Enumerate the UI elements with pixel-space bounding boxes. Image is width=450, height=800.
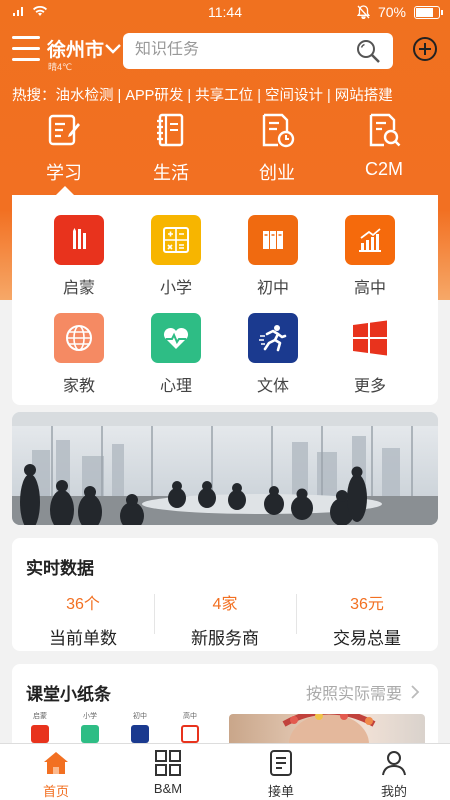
search-icon[interactable] [355,38,381,64]
stat-value: 4家 [212,596,238,613]
grid-label: 初中 [256,280,289,297]
stat-value: 36元 [350,596,384,613]
crayon-icon [54,215,104,265]
mini-label: 小学 [83,713,97,720]
mini-item[interactable]: 高中 [172,711,208,743]
stat-current-orders[interactable]: 36个 当前单数 [12,590,154,649]
calculator-icon [151,215,201,265]
grid-label: 更多 [353,378,386,395]
battery-percent: 70% [377,4,406,20]
menu-icon[interactable] [12,36,40,62]
tab-bm[interactable]: B&M [138,749,198,796]
grid-item-tutor[interactable]: 家教 [34,313,124,396]
tab-label: 我的 [380,784,407,799]
tab-label: 首页 [42,784,69,799]
heart-pulse-icon [151,313,201,363]
active-tab-pointer [56,186,74,195]
search-input[interactable] [135,41,335,59]
mini-item[interactable]: 初中 [122,711,158,743]
grid-label: 心理 [159,378,192,395]
stat-label: 交易总量 [333,629,401,648]
card-title: 课堂小纸条 [26,685,111,704]
city-selector[interactable]: 徐州市 [47,35,122,62]
realtime-data-card: 实时数据 36个 当前单数 4家 新服务商 36元 交易总量 [12,538,438,651]
chevron-down-icon [105,43,121,54]
grid-label: 启蒙 [62,280,95,297]
category-tabs: 学习 生活 创业 C2M [0,112,450,192]
grid-item-enlighten[interactable]: 启蒙 [34,215,124,298]
weather-text: 晴4℃ [48,62,73,72]
grid-icon [155,750,181,776]
tab-orders[interactable]: 接单 [251,749,311,800]
grid-item-psychology[interactable]: 心理 [131,313,221,396]
bottom-tab-bar: 首页 B&M 接单 我的 [0,743,450,800]
tab-label: 创业 [259,163,295,183]
mini-label: 高中 [183,713,197,720]
more-link[interactable]: 按照实际需要 [306,680,420,704]
tab-label: C2M [364,159,403,179]
mini-item[interactable]: 小学 [72,711,108,743]
tab-label: 接单 [267,784,294,799]
windows-icon [345,313,395,363]
search-box[interactable] [123,33,393,69]
subcategory-panel: 启蒙 小学 初中 高中 家教 心理 文体 更多 [12,195,438,405]
tab-startup[interactable]: 创业 [237,112,317,185]
bell-mute-icon [356,5,370,19]
battery-icon [414,5,443,19]
tab-mine[interactable]: 我的 [364,749,424,800]
stat-label: 新服务商 [191,629,259,648]
tab-label: 学习 [46,163,82,183]
classroom-notes-card: 课堂小纸条 按照实际需要 启蒙 小学 初中 高中 [12,664,438,754]
tab-home[interactable]: 首页 [26,749,86,800]
meeting-room-image [12,412,438,525]
runner-icon [131,725,149,743]
grid-label: 小学 [159,280,192,297]
promo-banner[interactable] [12,412,438,525]
grid-item-junior[interactable]: 初中 [228,215,318,298]
grid-item-primary[interactable]: 小学 [131,215,221,298]
windows-icon [181,725,199,743]
document-search-icon [369,113,401,147]
pencil-note-icon [48,114,80,146]
notebook-icon [157,113,184,147]
chevron-right-icon [411,685,420,699]
stat-value: 36个 [66,596,100,613]
document-clock-icon [262,113,295,148]
hot-search-bar[interactable]: 热搜：油水检测 | APP研发 | 共享工位 | 空间设计 | 网站搭建 [12,84,393,105]
grid-item-sports[interactable]: 文体 [228,313,318,396]
tab-study[interactable]: 学习 [24,112,104,185]
tab-c2m[interactable]: C2M [344,112,424,180]
top-header: 徐州市 晴4℃ [0,30,450,74]
heart-pulse-icon [81,725,99,743]
city-name: 徐州市 [47,40,105,61]
tab-label: B&M [153,781,183,796]
runner-icon [248,313,298,363]
user-icon [382,751,406,776]
grid-item-senior[interactable]: 高中 [325,215,415,298]
growth-chart-icon [345,215,395,265]
stat-trade-total[interactable]: 36元 交易总量 [296,590,438,649]
grid-label: 文体 [256,378,289,395]
card-title: 实时数据 [26,559,94,578]
tab-life[interactable]: 生活 [131,112,211,185]
grid-label: 家教 [62,378,95,395]
grid-item-more[interactable]: 更多 [325,313,415,396]
crayon-icon [31,725,49,743]
stat-new-providers[interactable]: 4家 新服务商 [154,590,296,649]
status-bar: 11:44 70% [0,0,450,24]
home-icon [44,752,68,774]
books-icon [248,215,298,265]
mini-item[interactable]: 启蒙 [22,711,58,743]
grid-label: 高中 [353,280,386,297]
stat-label: 当前单数 [49,629,117,648]
globe-icon [54,313,104,363]
mini-label: 启蒙 [33,713,47,720]
add-circle-icon[interactable] [412,36,438,62]
clipboard-icon [270,750,292,776]
more-text: 按照实际需要 [305,686,402,703]
tab-label: 生活 [153,163,189,183]
mini-label: 初中 [133,713,147,720]
